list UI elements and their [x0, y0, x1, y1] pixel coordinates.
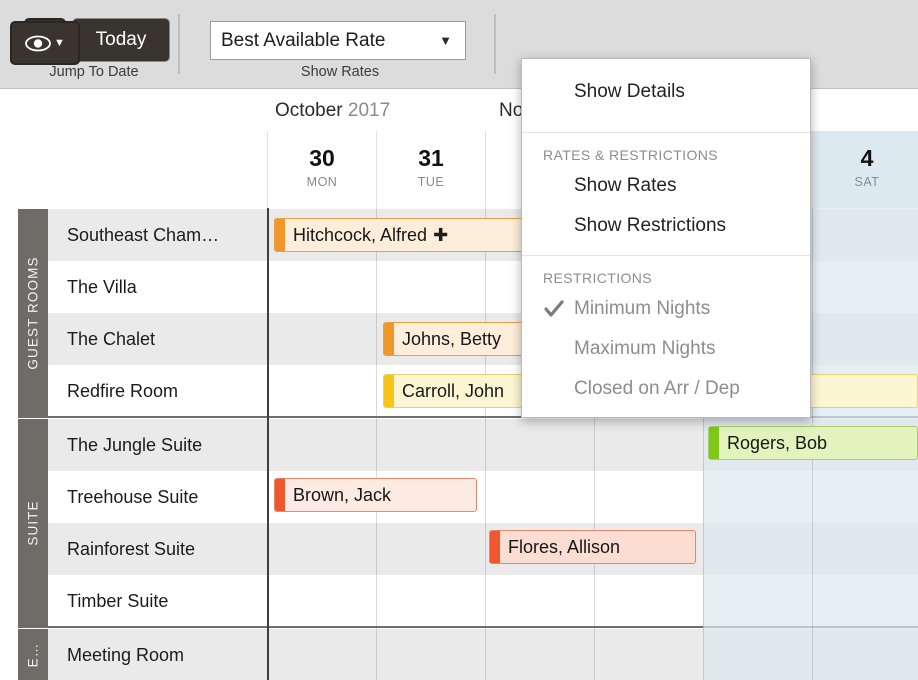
reservation-guest-name: Hitchcock, Alfred	[293, 224, 428, 245]
room-name: Southeast Cham…	[67, 224, 220, 245]
menu-item-minimum-nights[interactable]: Minimum Nights	[522, 289, 810, 329]
menu-item-label: Minimum Nights	[574, 298, 711, 319]
room-name: Timber Suite	[67, 590, 169, 611]
reservation-bar[interactable]: Rogers, Bob	[708, 426, 918, 460]
reservation-guest-name: Carroll, John	[402, 380, 505, 401]
jump-to-date-caption: Jump To Date	[49, 64, 139, 80]
menu-section-rates-restrictions: RATES & RESTRICTIONS	[543, 147, 718, 163]
chevron-down-icon: ▼	[439, 33, 452, 48]
show-rates-group: Best Available Rate ▼ Show Rates	[190, 0, 490, 89]
room-name: The Villa	[67, 276, 137, 297]
day-column[interactable]: 30 MON	[267, 131, 376, 208]
reservation-grip[interactable]	[275, 479, 285, 511]
reservation-guest-name: Flores, Allison	[508, 536, 621, 557]
menu-item-show-rates[interactable]: Show Rates	[522, 166, 810, 206]
chevron-down-icon: ▼	[54, 36, 65, 49]
menu-section-restrictions: RESTRICTIONS	[543, 270, 653, 286]
room-name: The Chalet	[67, 328, 156, 349]
today-button[interactable]: Today	[72, 18, 170, 62]
room-name: Rainforest Suite	[67, 538, 196, 559]
rate-plan-select[interactable]: Best Available Rate ▼	[210, 21, 466, 60]
view-options-button[interactable]: ▼	[10, 21, 80, 65]
room-name: Redfire Room	[67, 380, 179, 401]
reservation-bar[interactable]: Brown, Jack	[274, 478, 477, 512]
reservation-grip[interactable]	[384, 323, 394, 355]
reservation-guest-name: Brown, Jack	[293, 484, 392, 505]
reservation-grip[interactable]	[275, 219, 285, 251]
reservation-grip[interactable]	[709, 427, 719, 459]
group-label: GUEST ROOMS	[25, 256, 41, 370]
group-gutter-guest-rooms: GUEST ROOMS	[18, 209, 48, 417]
day-number: 30	[309, 145, 335, 171]
day-weekday: TUE	[417, 175, 445, 189]
day-column[interactable]: 31 TUE	[376, 131, 485, 208]
reservation-plus-icon: ✚	[433, 224, 449, 245]
show-rates-caption: Show Rates	[300, 64, 380, 80]
group-gutter-suite: SUITE	[18, 419, 48, 627]
room-name: Meeting Room	[67, 644, 185, 665]
rate-plan-selected-value: Best Available Rate	[221, 29, 386, 51]
header-corner	[0, 89, 267, 208]
room-name: Treehouse Suite	[67, 486, 199, 507]
month-label: October 2017	[275, 100, 391, 121]
group-gutter-event: E…	[18, 629, 48, 680]
day-weekday: MON	[306, 175, 338, 189]
day-column[interactable]: 4 SAT	[812, 131, 918, 208]
eye-icon	[25, 35, 51, 51]
reservation-bar[interactable]: Flores, Allison	[489, 530, 696, 564]
reservation-grip[interactable]	[490, 531, 500, 563]
reservation-guest-name: Rogers, Bob	[727, 432, 828, 453]
toolbar-divider-2	[494, 14, 496, 74]
menu-item-closed-on-arr-dep[interactable]: Closed on Arr / Dep	[522, 369, 810, 409]
month-label: No	[499, 100, 524, 121]
room-name: The Jungle Suite	[67, 434, 203, 455]
group-label: SUITE	[25, 500, 41, 546]
today-button-label: Today	[95, 29, 147, 50]
view-options-menu: Show Details RATES & RESTRICTIONS Show R…	[521, 58, 811, 418]
menu-item-show-details[interactable]: Show Details	[522, 59, 810, 123]
day-weekday: SAT	[854, 175, 880, 189]
reservation-calendar-app: Today Jump To Date Best Available Rate ▼…	[0, 0, 918, 680]
reservation-grip[interactable]	[384, 375, 394, 407]
reservation-guest-name: Johns, Betty	[402, 328, 502, 349]
toolbar-divider-1	[178, 14, 180, 74]
day-number: 31	[418, 145, 444, 171]
checkmark-icon	[544, 300, 564, 317]
menu-item-show-restrictions[interactable]: Show Restrictions	[522, 206, 810, 246]
group-label: E…	[25, 642, 41, 667]
menu-item-maximum-nights[interactable]: Maximum Nights	[522, 329, 810, 369]
day-number: 4	[860, 145, 874, 171]
